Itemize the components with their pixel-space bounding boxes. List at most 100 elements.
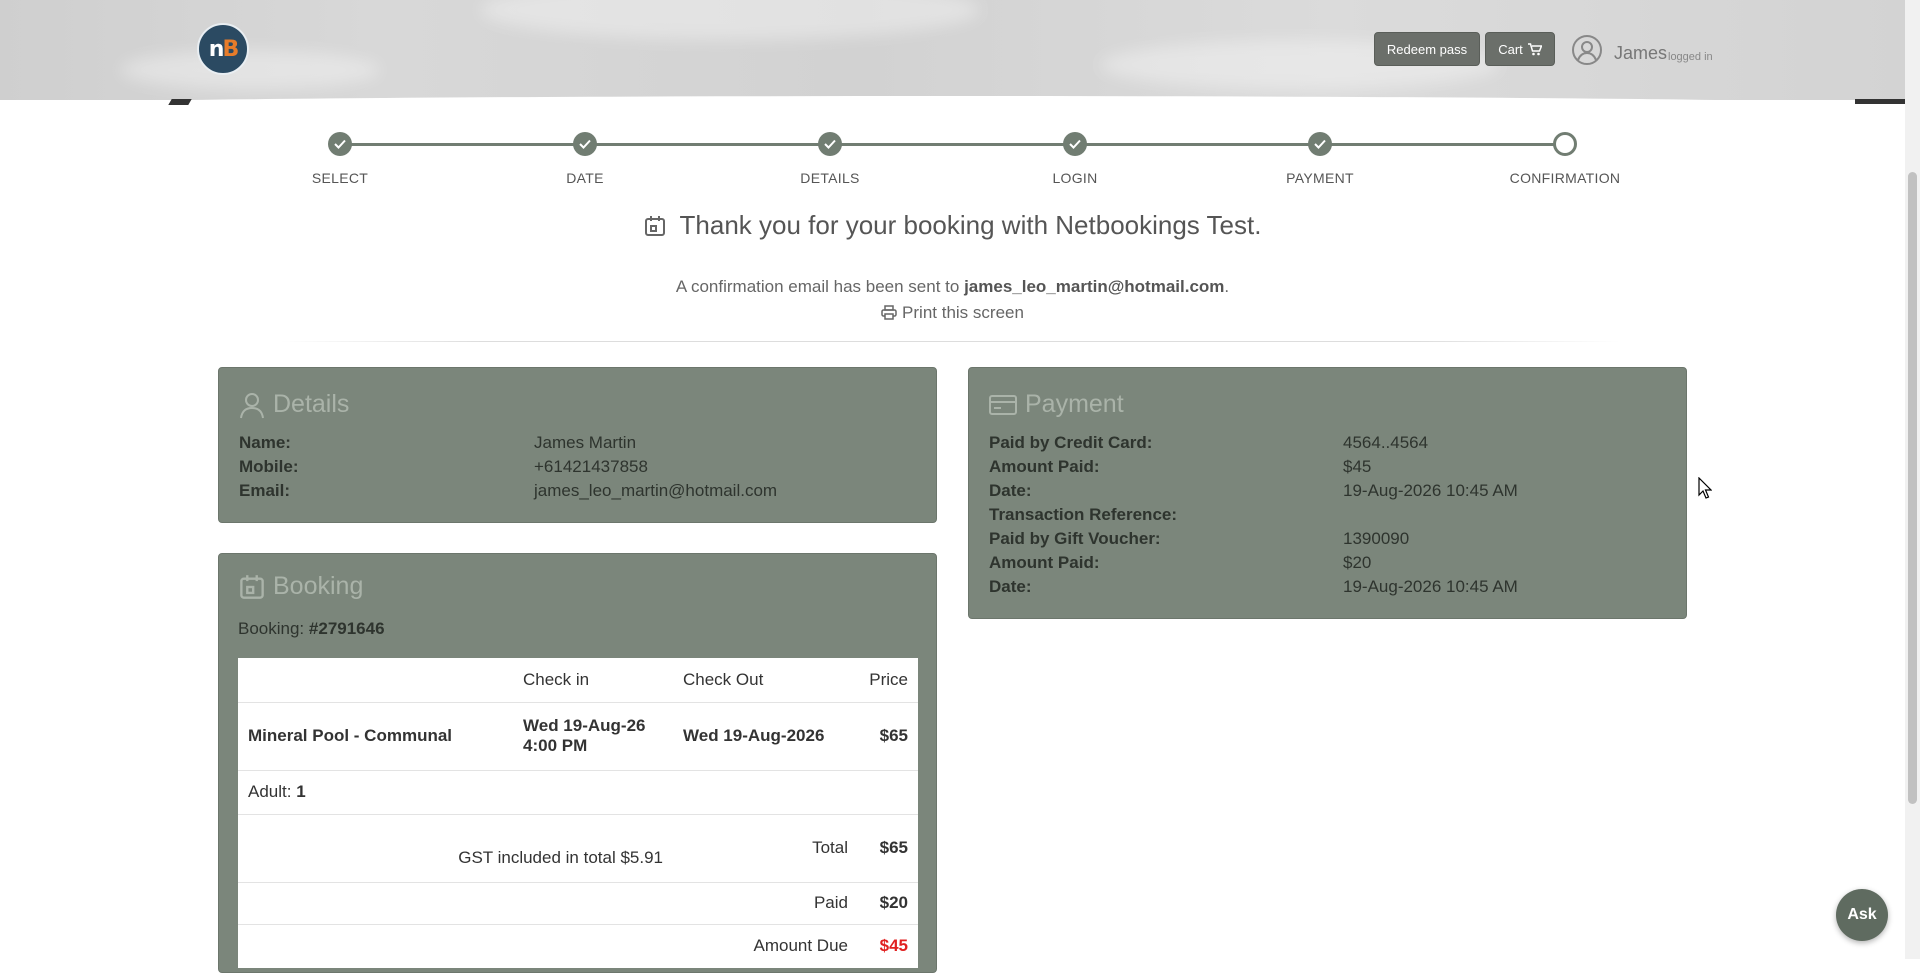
step-date-check-icon (573, 132, 597, 156)
booking-checkin: Wed 19-Aug-26 4:00 PM (513, 701, 673, 770)
payment-label: Amount Paid: (989, 457, 1100, 476)
redeem-pass-button[interactable]: Redeem pass (1374, 32, 1480, 66)
guest-value: 1 (296, 782, 306, 801)
details-label: Mobile: (239, 457, 299, 476)
paid-value: $20 (858, 881, 918, 924)
thank-you-text: Thank you for your booking with Netbooki… (679, 210, 1262, 240)
column-header-checkout: Check Out (683, 669, 764, 689)
header-edge-right (1855, 99, 1905, 104)
due-spacer (238, 923, 673, 968)
payment-label: Date: (989, 481, 1032, 500)
payment-label: Amount Paid: (989, 553, 1100, 572)
mouse-cursor-icon (1698, 477, 1712, 499)
printer-icon (881, 305, 897, 320)
step-label-details: DETAILS (800, 170, 860, 186)
booking-checkout: Wed 19-Aug-2026 (673, 701, 858, 770)
details-value: +61421437858 (534, 457, 648, 476)
header-curve (0, 96, 1905, 110)
paid-label: Paid (673, 881, 858, 924)
column-header-item (238, 658, 513, 702)
details-label: Name: (239, 433, 291, 452)
ask-chat-button[interactable]: Ask (1836, 889, 1888, 941)
step-label-payment: PAYMENT (1286, 170, 1354, 186)
details-title-text: Details (273, 390, 350, 418)
person-icon (240, 392, 264, 418)
payment-value: $20 (1343, 553, 1372, 572)
booking-title-text: Booking (273, 572, 364, 600)
step-confirmation-circle-icon (1553, 132, 1577, 156)
credit-card-icon (989, 394, 1017, 415)
booking-item-name: Mineral Pool - Communal (238, 701, 513, 770)
step-select-check-icon (328, 132, 352, 156)
step-label-select: SELECT (311, 170, 369, 186)
guest-label: Adult: (248, 782, 292, 801)
payment-label: Date: (989, 577, 1032, 596)
brand-logo[interactable]: nB (197, 23, 249, 75)
cart-button[interactable]: Cart (1485, 32, 1555, 66)
payment-panel: Payment Paid by Credit Card: 4564..4564 … (968, 367, 1687, 619)
thank-you-heading: Thank you for your booking with Netbooki… (0, 210, 1905, 241)
scrollbar-thumb[interactable] (1908, 172, 1917, 804)
booking-panel: Booking Booking: #2791646 Check in Check… (218, 553, 937, 973)
table-row: Mineral Pool - Communal Wed 19-Aug-26 4:… (238, 701, 918, 770)
user-name[interactable]: James (1614, 43, 1667, 64)
column-header-price: Price (869, 669, 908, 689)
details-panel-title: Details (239, 390, 349, 419)
user-account-icon[interactable] (1571, 34, 1603, 66)
step-payment-check-icon (1308, 132, 1332, 156)
page-scrollbar[interactable] (1905, 0, 1920, 959)
section-divider (280, 341, 1620, 342)
booking-number-label: Booking: (238, 619, 305, 638)
column-header-checkin: Check in (523, 669, 590, 689)
amount-due-value: $45 (858, 923, 918, 968)
payment-value: 19-Aug-2026 10:45 AM (1343, 577, 1518, 596)
amount-due-row: Amount Due $45 (238, 923, 918, 968)
payment-panel-title: Payment (989, 390, 1124, 419)
confirmation-email-message: A confirmation email has been sent to ja… (0, 277, 1905, 297)
payment-label: Paid by Gift Voucher: (989, 529, 1161, 548)
details-panel: Details Name: James Martin Mobile: +6142… (218, 367, 937, 523)
total-row: GST included in total $5.91 Total $65 (238, 813, 918, 882)
total-value: $65 (858, 813, 918, 882)
header-edge-left (168, 99, 192, 105)
checkin-date: Wed 19-Aug-26 (523, 716, 646, 735)
booking-price: $65 (858, 701, 918, 770)
step-label-date: DATE (566, 170, 604, 186)
table-row: Adult: 1 (238, 769, 918, 814)
details-value: james_leo_martin@hotmail.com (534, 481, 778, 500)
payment-label: Paid by Credit Card: (989, 433, 1153, 452)
cart-icon (1527, 42, 1542, 55)
email-sent-suffix: . (1224, 277, 1230, 296)
booking-panel-title: Booking (239, 572, 363, 601)
payment-value: 19-Aug-2026 10:45 AM (1343, 481, 1518, 500)
print-screen-label: Print this screen (902, 303, 1024, 322)
guest-count: Adult: 1 (238, 769, 918, 814)
stepper-track (340, 143, 1565, 146)
total-label: Total (673, 813, 858, 882)
calendar-icon (644, 216, 665, 236)
payment-value: $45 (1343, 457, 1372, 476)
amount-due-label: Amount Due (673, 923, 858, 968)
email-sent-prefix: A confirmation email has been sent to (675, 277, 960, 296)
booking-table: Check in Check Out Price Mineral Pool - … (238, 658, 918, 968)
booking-number-value: #2791646 (308, 619, 385, 638)
table-header-row: Check in Check Out Price (238, 658, 918, 702)
step-login-check-icon (1063, 132, 1087, 156)
print-screen-link[interactable]: Print this screen (0, 303, 1905, 323)
paid-spacer (238, 881, 673, 924)
gst-note: GST included in total $5.91 (238, 813, 673, 882)
step-label-confirmation: CONFIRMATION (1509, 170, 1621, 186)
calendar-icon (240, 574, 264, 599)
checkin-time: 4:00 PM (523, 736, 588, 755)
details-label: Email: (239, 481, 291, 500)
payment-value: 4564..4564 (1343, 433, 1429, 452)
step-details-check-icon (818, 132, 842, 156)
booking-number: Booking: #2791646 (238, 619, 385, 639)
payment-title-text: Payment (1025, 390, 1124, 418)
paid-row: Paid $20 (238, 881, 918, 924)
cart-label: Cart (1498, 41, 1523, 57)
details-value: James Martin (534, 433, 637, 452)
payment-label: Transaction Reference: (989, 505, 1178, 524)
payment-value: 1390090 (1343, 529, 1410, 548)
confirmation-email-address: james_leo_martin@hotmail.com (964, 277, 1225, 296)
